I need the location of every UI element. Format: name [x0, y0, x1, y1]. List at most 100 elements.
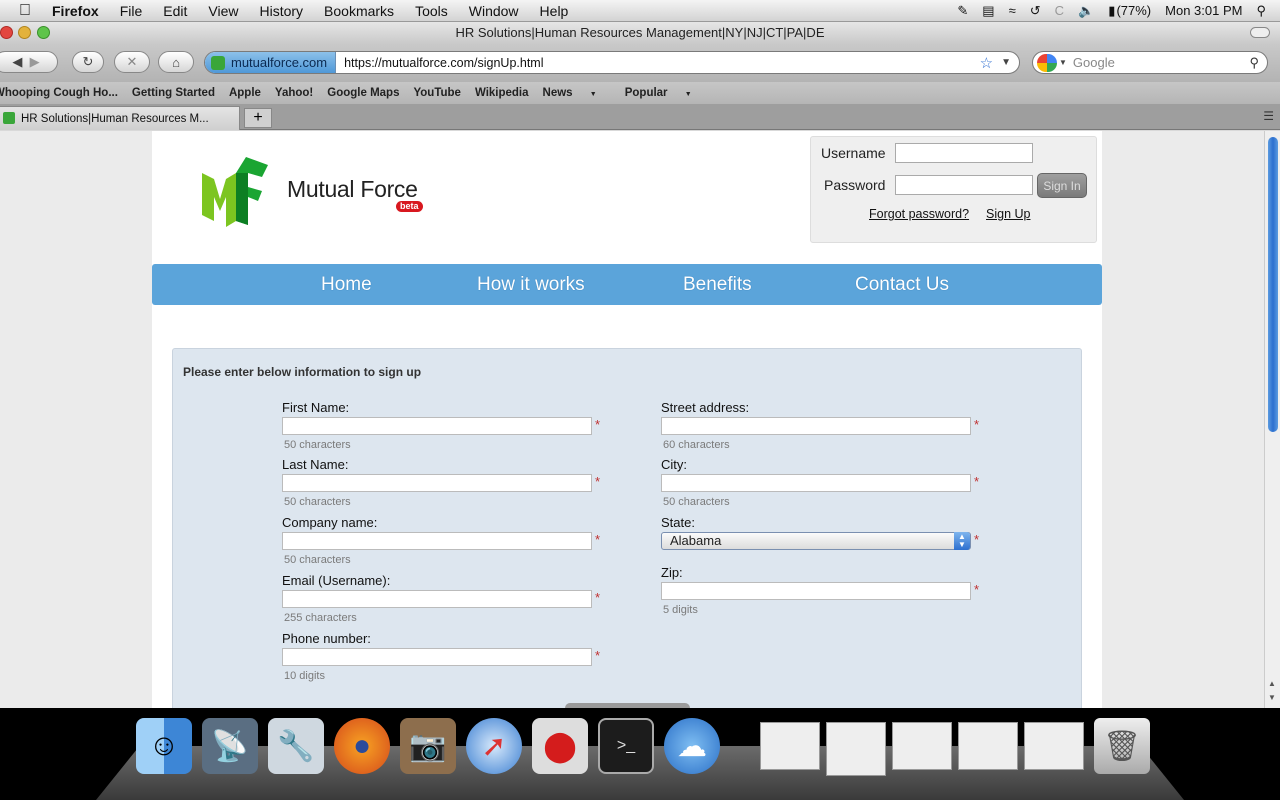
terminal-icon[interactable]: >_: [598, 718, 654, 774]
url-bar[interactable]: mutualforce.com https://mutualforce.com/…: [204, 51, 1020, 74]
bookmark-google-maps[interactable]: Google Maps: [327, 87, 399, 99]
beta-badge: beta: [396, 201, 423, 212]
finder-icon[interactable]: ☺: [136, 718, 192, 774]
password-input[interactable]: [895, 175, 1033, 195]
site-identity-button[interactable]: mutualforce.com: [205, 52, 337, 73]
username-input[interactable]: [895, 143, 1033, 163]
remote-desktop-icon[interactable]: 📡: [202, 718, 258, 774]
bookmark-wikipedia[interactable]: Wikipedia: [475, 87, 529, 99]
sign-up-link[interactable]: Sign Up: [986, 207, 1030, 221]
zoom-window-icon[interactable]: [37, 26, 50, 39]
trash-icon[interactable]: 🗑: [1094, 718, 1150, 774]
menu-help[interactable]: Help: [540, 3, 569, 19]
street-address-input[interactable]: [661, 417, 971, 435]
bookmark-apple[interactable]: Apple: [229, 87, 261, 99]
search-input[interactable]: Google: [1073, 55, 1250, 70]
email-input[interactable]: [282, 590, 592, 608]
scrollbar-thumb[interactable]: [1268, 137, 1278, 432]
last-name-input[interactable]: [282, 474, 592, 492]
menu-app-firefox[interactable]: Firefox: [52, 3, 99, 19]
google-search-engine-icon[interactable]: [1037, 53, 1057, 72]
city-field-group: City: * 50 characters: [661, 457, 979, 508]
clock[interactable]: Mon 3:01 PM: [1165, 3, 1242, 18]
bookmark-youtube[interactable]: YouTube: [413, 87, 460, 99]
first-name-input[interactable]: [282, 417, 592, 435]
menu-history[interactable]: History: [259, 3, 303, 19]
wifi-icon[interactable]: ≈: [1009, 3, 1016, 18]
search-bar[interactable]: ▼ Google ⚲: [1032, 51, 1268, 74]
safari-icon[interactable]: ➚: [466, 718, 522, 774]
minimized-window-thumbnail[interactable]: [1024, 722, 1084, 770]
minimize-window-icon[interactable]: [18, 26, 31, 39]
close-window-icon[interactable]: [0, 26, 13, 39]
back-forward-button[interactable]: ◀ ▶: [0, 51, 58, 73]
battery-icon[interactable]: ▮ (77%): [1108, 3, 1151, 19]
spotlight-icon[interactable]: ⚲: [1256, 3, 1266, 19]
iphoto-icon[interactable]: 📷: [400, 718, 456, 774]
utilities-icon[interactable]: 🔧: [268, 718, 324, 774]
apple-icon[interactable]: : [16, 2, 34, 20]
nav-home[interactable]: Home: [321, 274, 372, 296]
state-select[interactable]: Alabama ▲ ▼: [661, 532, 971, 550]
minimized-window-thumbnail[interactable]: [892, 722, 952, 770]
minimized-window-thumbnail[interactable]: [826, 722, 886, 776]
company-name-hint: 50 characters: [284, 554, 351, 566]
minimized-window-thumbnail[interactable]: [760, 722, 820, 770]
tab-list-icon[interactable]: ☰: [1263, 109, 1274, 123]
main-nav: Home How it works Benefits Contact Us: [152, 264, 1102, 305]
menu-window[interactable]: Window: [469, 3, 519, 19]
scroll-down-icon[interactable]: ▼: [1268, 693, 1276, 702]
pen-icon[interactable]: ✎: [957, 3, 968, 19]
phone-field-group: Phone number: * 10 digits: [282, 631, 600, 682]
openoffice-icon[interactable]: ☁: [664, 718, 720, 774]
reload-button[interactable]: ↻: [72, 51, 104, 73]
bookmark-getting-started[interactable]: Getting Started: [132, 87, 215, 99]
toolbar-toggle-icon[interactable]: [1250, 27, 1270, 38]
required-marker: *: [595, 474, 601, 489]
new-tab-button[interactable]: +: [244, 108, 272, 128]
company-name-input[interactable]: [282, 532, 592, 550]
display-icon[interactable]: ▤: [982, 3, 994, 19]
time-machine-icon[interactable]: ↺: [1030, 3, 1041, 19]
menu-tools[interactable]: Tools: [415, 3, 448, 19]
phone-input[interactable]: [282, 648, 592, 666]
sign-in-button[interactable]: Sign In: [1037, 173, 1087, 198]
email-hint: 255 characters: [284, 612, 357, 624]
magnifier-icon[interactable]: ⚲: [1249, 55, 1259, 71]
site-logo-text[interactable]: Mutual Force: [287, 176, 418, 203]
firefox-icon[interactable]: ●: [334, 718, 390, 774]
url-text[interactable]: https://mutualforce.com/signUp.html: [336, 56, 980, 70]
home-button[interactable]: ⌂: [158, 51, 194, 73]
menu-view[interactable]: View: [208, 3, 238, 19]
chevron-down-icon: ▼: [684, 91, 692, 98]
quicktime-icon[interactable]: ⬤: [532, 718, 588, 774]
back-icon[interactable]: ◀: [12, 54, 22, 70]
nav-benefits[interactable]: Benefits: [683, 274, 752, 296]
nav-contact-us[interactable]: Contact Us: [855, 274, 949, 296]
url-dropdown-icon[interactable]: ▼: [1001, 57, 1011, 68]
bookmark-star-icon[interactable]: ☆: [980, 54, 993, 72]
minimized-window-thumbnail[interactable]: [958, 722, 1018, 770]
menu-bookmarks[interactable]: Bookmarks: [324, 3, 394, 19]
forgot-password-link[interactable]: Forgot password?: [869, 207, 969, 221]
bluetooth-icon[interactable]: Ϲ: [1055, 3, 1064, 18]
volume-icon[interactable]: 🔈: [1078, 3, 1094, 19]
tab-hr-solutions[interactable]: HR Solutions|Human Resources M...: [0, 106, 240, 130]
mutual-force-logo-icon[interactable]: [200, 151, 272, 229]
street-address-hint: 60 characters: [663, 439, 730, 451]
username-label: Username: [821, 145, 886, 161]
menu-file[interactable]: File: [120, 3, 143, 19]
zip-input[interactable]: [661, 582, 971, 600]
scroll-up-icon[interactable]: ▲: [1268, 679, 1276, 688]
bookmark-yahoo[interactable]: Yahoo!: [275, 87, 313, 99]
stop-button[interactable]: ✕: [114, 51, 150, 73]
bookmark-news[interactable]: News ▼: [543, 87, 611, 99]
vertical-scrollbar[interactable]: ▲ ▼: [1264, 131, 1280, 708]
bookmark-whooping-cough[interactable]: Whooping Cough Ho...: [0, 87, 118, 99]
menu-edit[interactable]: Edit: [163, 3, 187, 19]
nav-how-it-works[interactable]: How it works: [477, 274, 585, 296]
search-engine-dropdown-icon[interactable]: ▼: [1059, 58, 1067, 67]
city-input[interactable]: [661, 474, 971, 492]
forward-icon[interactable]: ▶: [30, 54, 40, 70]
bookmark-popular[interactable]: Popular ▼: [625, 87, 706, 99]
